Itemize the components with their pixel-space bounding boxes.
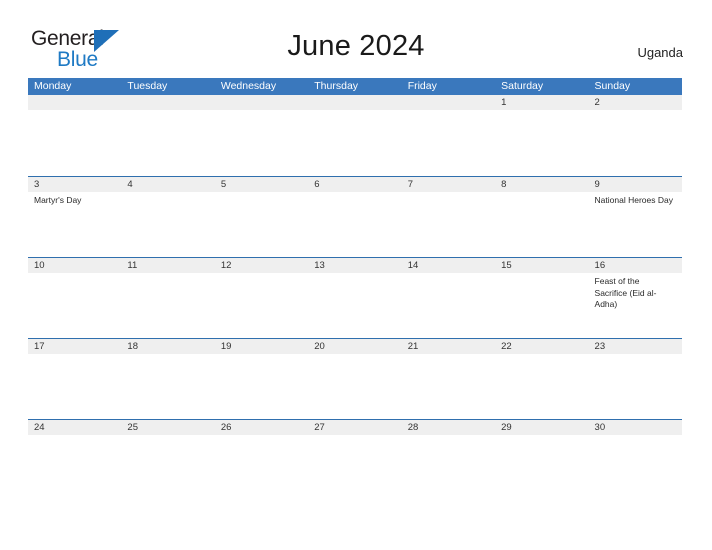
day-event[interactable]: [589, 435, 682, 499]
page-header: General Blue June 2024 Uganda: [0, 0, 712, 70]
day-number[interactable]: 9: [589, 177, 682, 192]
day-event[interactable]: [215, 273, 308, 337]
day-event[interactable]: [308, 435, 401, 499]
page-title: June 2024: [287, 30, 425, 62]
day-event[interactable]: [215, 435, 308, 499]
day-event[interactable]: Feast of the Sacrifice (Eid al-Adha): [589, 273, 682, 337]
day-number[interactable]: 27: [308, 420, 401, 435]
week-row: 17 18 19 20 21 22 23: [28, 338, 682, 419]
week-row: 3 4 5 6 7 8 9 Martyr's Day National Hero…: [28, 176, 682, 257]
day-number[interactable]: 23: [589, 339, 682, 354]
day-number[interactable]: 28: [402, 420, 495, 435]
day-number[interactable]: 1: [495, 95, 588, 110]
day-number[interactable]: [215, 95, 308, 110]
week-row: 10 11 12 13 14 15 16 Feast of the Sacrif…: [28, 257, 682, 338]
day-number[interactable]: 10: [28, 258, 121, 273]
day-event[interactable]: [402, 192, 495, 256]
day-number[interactable]: 29: [495, 420, 588, 435]
week-event-band: [28, 110, 682, 174]
weekday-header-row: Monday Tuesday Wednesday Thursday Friday…: [28, 78, 682, 95]
day-number[interactable]: 15: [495, 258, 588, 273]
day-event[interactable]: [402, 435, 495, 499]
day-event[interactable]: [308, 273, 401, 337]
day-event[interactable]: [495, 435, 588, 499]
week-date-band: 17 18 19 20 21 22 23: [28, 339, 682, 354]
weekday-header-monday: Monday: [34, 80, 72, 92]
week-event-band: [28, 354, 682, 418]
week-event-band: Feast of the Sacrifice (Eid al-Adha): [28, 273, 682, 337]
week-event-band: Martyr's Day National Heroes Day: [28, 192, 682, 256]
day-number[interactable]: 6: [308, 177, 401, 192]
day-event[interactable]: [121, 110, 214, 174]
day-event[interactable]: [402, 273, 495, 337]
day-event[interactable]: [308, 192, 401, 256]
day-number[interactable]: 14: [402, 258, 495, 273]
day-event[interactable]: [495, 273, 588, 337]
day-number[interactable]: 17: [28, 339, 121, 354]
week-date-band: 24 25 26 27 28 29 30: [28, 420, 682, 435]
day-event[interactable]: [28, 354, 121, 418]
calendar-grid: Monday Tuesday Wednesday Thursday Friday…: [28, 78, 682, 500]
day-event[interactable]: [121, 354, 214, 418]
day-number[interactable]: 4: [121, 177, 214, 192]
day-number[interactable]: 20: [308, 339, 401, 354]
day-event[interactable]: [121, 435, 214, 499]
day-number[interactable]: [121, 95, 214, 110]
day-number[interactable]: 7: [402, 177, 495, 192]
country-label: Uganda: [637, 45, 683, 60]
day-event[interactable]: [308, 110, 401, 174]
day-number[interactable]: 30: [589, 420, 682, 435]
day-event[interactable]: [495, 354, 588, 418]
day-event[interactable]: National Heroes Day: [589, 192, 682, 256]
week-row: 24 25 26 27 28 29 30: [28, 419, 682, 500]
day-number[interactable]: 11: [121, 258, 214, 273]
day-event[interactable]: [215, 110, 308, 174]
day-event[interactable]: [121, 192, 214, 256]
day-number[interactable]: 21: [402, 339, 495, 354]
day-event[interactable]: [28, 110, 121, 174]
day-event[interactable]: [28, 273, 121, 337]
day-number[interactable]: 22: [495, 339, 588, 354]
day-number[interactable]: 8: [495, 177, 588, 192]
weekday-header-thursday: Thursday: [314, 80, 359, 92]
week-row: 1 2: [28, 95, 682, 176]
day-number[interactable]: 24: [28, 420, 121, 435]
weekday-header-saturday: Saturday: [501, 80, 544, 92]
day-event[interactable]: [121, 273, 214, 337]
day-event[interactable]: [402, 110, 495, 174]
weekday-header-tuesday: Tuesday: [127, 80, 168, 92]
day-number[interactable]: 25: [121, 420, 214, 435]
day-number[interactable]: [308, 95, 401, 110]
day-number[interactable]: [28, 95, 121, 110]
day-number[interactable]: [402, 95, 495, 110]
day-event[interactable]: [215, 354, 308, 418]
day-number[interactable]: 16: [589, 258, 682, 273]
day-event[interactable]: [495, 110, 588, 174]
day-number[interactable]: 2: [589, 95, 682, 110]
day-event[interactable]: [215, 192, 308, 256]
day-event[interactable]: [589, 110, 682, 174]
day-number[interactable]: 26: [215, 420, 308, 435]
week-event-band: [28, 435, 682, 499]
day-event[interactable]: [495, 192, 588, 256]
week-date-band: 1 2: [28, 95, 682, 110]
weekday-header-sunday: Sunday: [594, 80, 631, 92]
day-number[interactable]: 12: [215, 258, 308, 273]
day-event[interactable]: Martyr's Day: [28, 192, 121, 256]
weekday-header-friday: Friday: [407, 80, 437, 92]
day-event[interactable]: [402, 354, 495, 418]
day-event[interactable]: [589, 354, 682, 418]
day-number[interactable]: 5: [215, 177, 308, 192]
week-date-band: 3 4 5 6 7 8 9: [28, 177, 682, 192]
day-event[interactable]: [308, 354, 401, 418]
day-number[interactable]: 13: [308, 258, 401, 273]
day-number[interactable]: 3: [28, 177, 121, 192]
weekday-header-wednesday: Wednesday: [220, 80, 277, 92]
week-date-band: 10 11 12 13 14 15 16: [28, 258, 682, 273]
day-event[interactable]: [28, 435, 121, 499]
day-number[interactable]: 18: [121, 339, 214, 354]
day-number[interactable]: 19: [215, 339, 308, 354]
